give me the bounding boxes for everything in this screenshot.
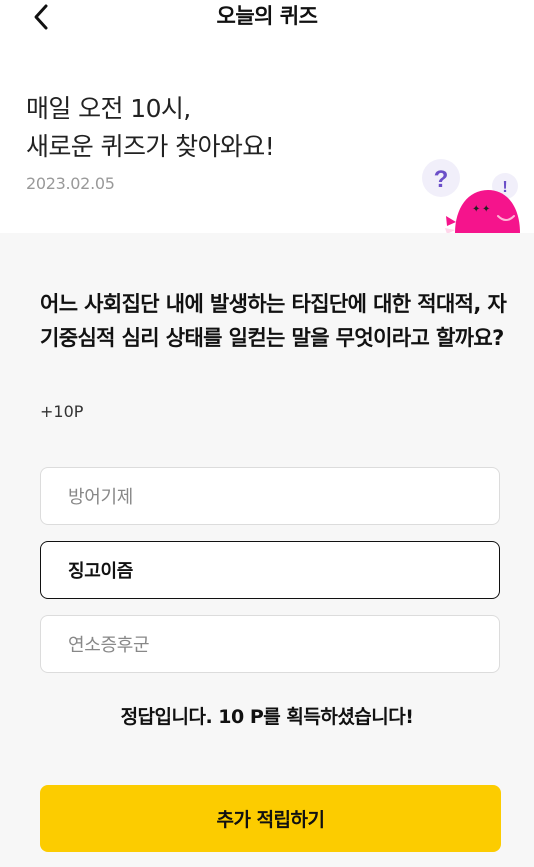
answer-option-2-selected[interactable]: 징고이즘	[40, 541, 500, 599]
earn-more-label: 추가 적립하기	[216, 809, 326, 831]
exclamation-mark-text: !	[502, 179, 507, 196]
header: 오늘의 퀴즈	[0, 0, 534, 36]
earn-more-button[interactable]: 추가 적립하기	[40, 785, 501, 852]
points-reward: +10P	[40, 402, 84, 421]
quiz-question: 어느 사회집단 내에 발생하는 타집단에 대한 적대적, 자기중심적 심리 상태…	[40, 292, 507, 350]
quiz-date: 2023.02.05	[26, 174, 115, 193]
answer-option-label: 징고이즘	[68, 561, 134, 582]
svg-text:✦: ✦	[482, 204, 490, 215]
answer-option-label: 방어기제	[68, 487, 134, 508]
intro-line-1: 매일 오전 10시,	[26, 94, 191, 123]
page-title: 오늘의 퀴즈	[216, 4, 318, 28]
intro-line-2: 새로운 퀴즈가 찾아와요!	[26, 132, 275, 161]
quiz-intro: 매일 오전 10시, 새로운 퀴즈가 찾아와요! 2023.02.05	[26, 90, 275, 193]
answer-option-3[interactable]: 연소증후군	[40, 615, 500, 673]
mascot-illustration: ? ! ✦ ✦	[422, 159, 520, 234]
answer-option-1[interactable]: 방어기제	[40, 467, 500, 525]
question-mark-text: ?	[434, 166, 449, 193]
answer-option-label: 연소증후군	[68, 635, 150, 656]
result-message: 정답입니다. 10 P를 획득하셨습니다!	[120, 706, 414, 728]
svg-text:✦: ✦	[472, 204, 480, 215]
